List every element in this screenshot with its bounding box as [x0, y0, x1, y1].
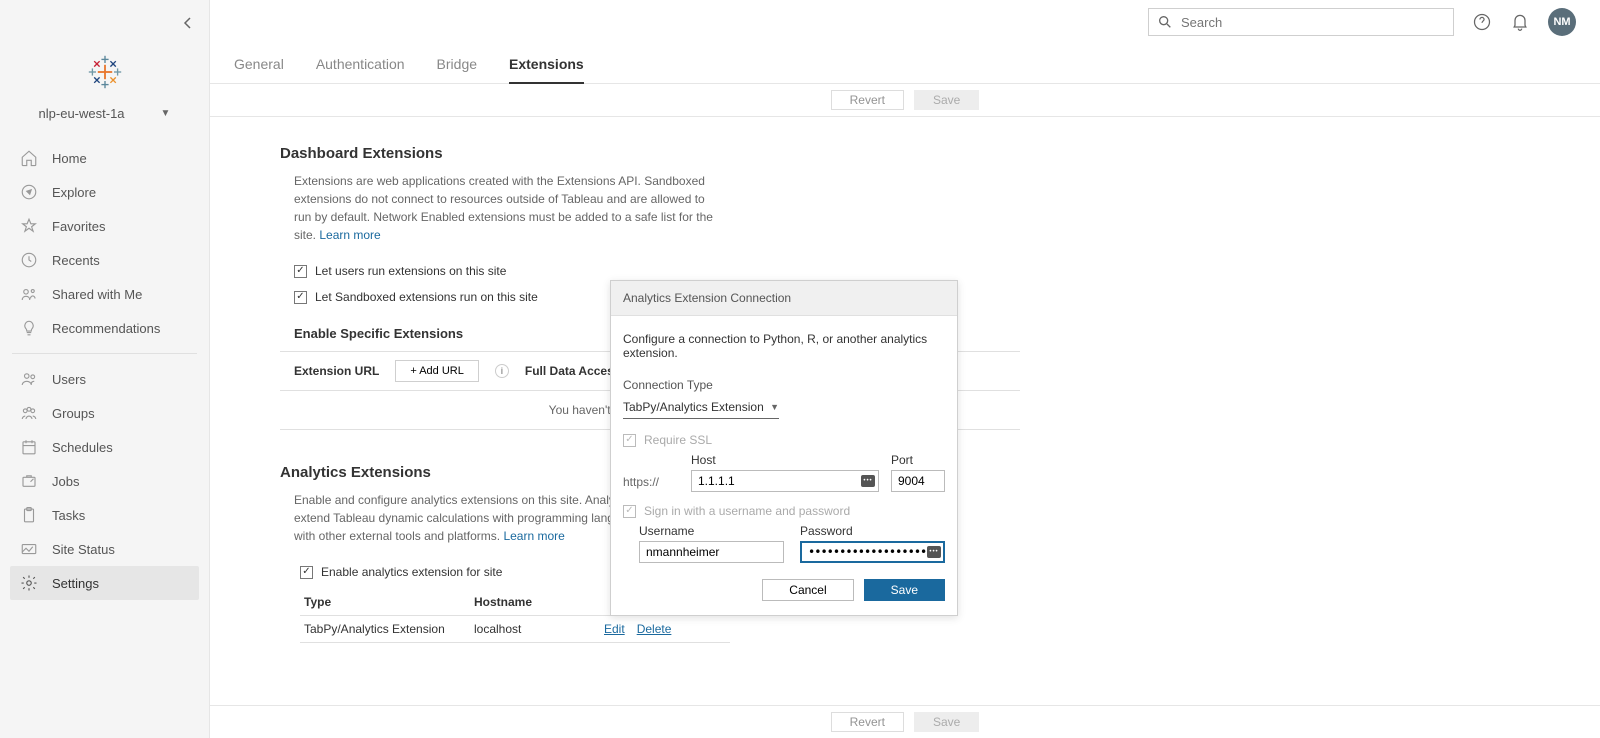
username-label: Username [639, 524, 784, 538]
sidebar-item-label: Tasks [52, 508, 85, 523]
status-icon [20, 540, 38, 558]
help-icon[interactable] [1472, 12, 1492, 32]
sidebar-item-users[interactable]: Users [10, 362, 199, 396]
keyboard-icon [861, 475, 875, 487]
signin-label: Sign in with a username and password [644, 504, 850, 518]
learn-more-link[interactable]: Learn more [319, 228, 380, 242]
nav-divider [12, 353, 197, 354]
sidebar-item-label: Explore [52, 185, 96, 200]
site-name: nlp-eu-west-1a [39, 106, 125, 121]
sidebar-item-recents[interactable]: Recents [10, 243, 199, 277]
sidebar-item-explore[interactable]: Explore [10, 175, 199, 209]
sidebar-item-settings[interactable]: Settings [10, 566, 199, 600]
sidebar-item-label: Recents [52, 253, 100, 268]
tab-bridge[interactable]: Bridge [437, 56, 477, 84]
sidebar-item-site-status[interactable]: Site Status [10, 532, 199, 566]
sidebar-item-tasks[interactable]: Tasks [10, 498, 199, 532]
sidebar-item-label: Home [52, 151, 87, 166]
checkbox-label: Enable analytics extension for site [321, 565, 502, 579]
revert-button-footer[interactable]: Revert [831, 712, 904, 732]
sidebar-item-jobs[interactable]: Jobs [10, 464, 199, 498]
search-input[interactable] [1181, 15, 1445, 30]
sidebar-item-label: Shared with Me [52, 287, 142, 302]
learn-more-link[interactable]: Learn more [503, 529, 564, 543]
https-label: https:// [623, 475, 679, 492]
sidebar-item-label: Groups [52, 406, 95, 421]
checkbox-label: Let users run extensions on this site [315, 264, 506, 278]
gear-icon [20, 574, 38, 592]
tab-extensions[interactable]: Extensions [509, 56, 584, 84]
sidebar-item-recommendations[interactable]: Recommendations [10, 311, 199, 345]
tableau-logo [0, 38, 209, 102]
revert-button[interactable]: Revert [831, 90, 904, 110]
modal-title: Analytics Extension Connection [611, 281, 957, 316]
site-selector[interactable]: nlp-eu-west-1a ▼ [0, 102, 209, 141]
connection-type-select[interactable]: TabPy/Analytics Extension ▼ [623, 396, 779, 419]
shared-icon [20, 285, 38, 303]
sidebar-item-favorites[interactable]: Favorites [10, 209, 199, 243]
chevron-down-icon: ▼ [161, 108, 171, 119]
extension-url-label: Extension URL [294, 364, 379, 378]
keyboard-icon [927, 546, 941, 558]
host-label: Host [691, 453, 879, 467]
checkbox-enable-analytics[interactable] [300, 566, 313, 579]
checkbox-let-users-run[interactable] [294, 265, 307, 278]
groups-icon [20, 404, 38, 422]
star-icon [20, 217, 38, 235]
analytics-extension-modal: Analytics Extension Connection Configure… [610, 280, 958, 616]
sidebar-item-label: Site Status [52, 542, 115, 557]
dashboard-extensions-desc: Extensions are web applications created … [280, 172, 720, 244]
home-icon [20, 149, 38, 167]
sidebar-item-label: Schedules [52, 440, 113, 455]
sidebar-item-shared[interactable]: Shared with Me [10, 277, 199, 311]
tab-general[interactable]: General [234, 56, 284, 84]
sidebar-item-label: Favorites [52, 219, 105, 234]
search-icon [1157, 14, 1173, 30]
tab-authentication[interactable]: Authentication [316, 56, 405, 84]
clock-icon [20, 251, 38, 269]
jobs-icon [20, 472, 38, 490]
full-data-access-label: Full Data Access [525, 364, 621, 378]
modal-cancel-button[interactable]: Cancel [762, 579, 853, 601]
chevron-down-icon: ▼ [770, 402, 779, 412]
host-input[interactable] [691, 470, 879, 492]
bell-icon[interactable] [1510, 12, 1530, 32]
connection-type-label: Connection Type [623, 378, 945, 392]
checkbox-label: Let Sandboxed extensions run on this sit… [315, 290, 538, 304]
save-button[interactable]: Save [914, 90, 979, 110]
sidebar-item-label: Jobs [52, 474, 79, 489]
delete-link[interactable]: Delete [637, 622, 672, 636]
checkbox-let-sandboxed-run[interactable] [294, 291, 307, 304]
users-icon [20, 370, 38, 388]
dashboard-extensions-title: Dashboard Extensions [280, 145, 1020, 162]
save-button-footer[interactable]: Save [914, 712, 979, 732]
collapse-sidebar-button[interactable] [167, 8, 209, 38]
port-input[interactable] [891, 470, 945, 492]
clipboard-icon [20, 506, 38, 524]
sidebar-item-label: Settings [52, 576, 99, 591]
port-label: Port [891, 453, 945, 467]
edit-link[interactable]: Edit [604, 622, 625, 636]
analytics-table-row: TabPy/Analytics Extension localhost Edit… [300, 616, 730, 643]
checkbox-require-ssl [623, 434, 636, 447]
modal-save-button[interactable]: Save [864, 579, 945, 601]
info-icon[interactable]: i [495, 364, 509, 378]
require-ssl-label: Require SSL [644, 433, 712, 447]
username-input[interactable] [639, 541, 784, 563]
modal-desc: Configure a connection to Python, R, or … [623, 332, 945, 360]
sidebar-item-label: Users [52, 372, 86, 387]
sidebar-item-schedules[interactable]: Schedules [10, 430, 199, 464]
password-label: Password [800, 524, 945, 538]
search-box[interactable] [1148, 8, 1454, 36]
lightbulb-icon [20, 319, 38, 337]
add-url-button[interactable]: + Add URL [395, 360, 479, 382]
sidebar-item-home[interactable]: Home [10, 141, 199, 175]
password-input[interactable] [800, 541, 945, 563]
compass-icon [20, 183, 38, 201]
avatar[interactable]: NM [1548, 8, 1576, 36]
checkbox-signin [623, 505, 636, 518]
sidebar-item-label: Recommendations [52, 321, 160, 336]
sidebar-item-groups[interactable]: Groups [10, 396, 199, 430]
calendar-icon [20, 438, 38, 456]
